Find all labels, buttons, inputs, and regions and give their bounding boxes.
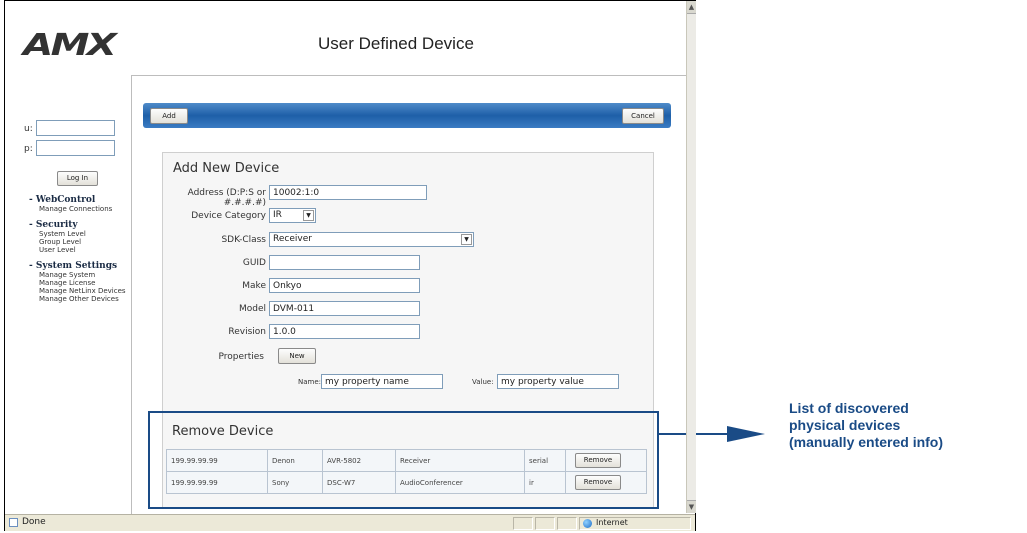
- vertical-scrollbar[interactable]: ▲ ▼: [686, 1, 696, 513]
- status-cell: [513, 517, 533, 530]
- zone-text: Internet: [596, 518, 628, 527]
- callout-line-1: List of discovered: [789, 400, 909, 416]
- nav-item-manage-netlinx-devices[interactable]: Manage NetLinx Devices: [29, 287, 129, 295]
- highlight-box: [148, 411, 659, 509]
- sdk-class-select[interactable]: Receiver ▼: [269, 232, 474, 247]
- user-label: u:: [24, 124, 33, 134]
- login-button[interactable]: Log In: [57, 171, 98, 186]
- revision-input[interactable]: [269, 324, 420, 339]
- sdk-class-value: Receiver: [273, 234, 312, 244]
- globe-icon: [583, 519, 592, 528]
- nav-item-manage-connections[interactable]: Manage Connections: [29, 205, 129, 213]
- zone-cell: Internet: [579, 517, 691, 530]
- toolbar-bar: [143, 103, 671, 128]
- nav-item-group-level[interactable]: Group Level: [29, 238, 129, 246]
- address-label: Address (D:P:S or #.#.#.#): [187, 188, 266, 208]
- revision-label: Revision: [228, 327, 266, 337]
- guid-input[interactable]: [269, 255, 420, 270]
- guid-label: GUID: [242, 258, 266, 268]
- property-value-label: Value:: [472, 378, 494, 386]
- status-bar: Done Internet: [5, 514, 695, 531]
- address-input[interactable]: [269, 185, 427, 200]
- add-device-heading: Add New Device: [173, 161, 280, 176]
- nav-item-manage-license[interactable]: Manage License: [29, 279, 129, 287]
- password-input[interactable]: [36, 140, 115, 156]
- callout-line-3: (manually entered info): [789, 434, 944, 450]
- status-cell: [557, 517, 577, 530]
- property-name-input[interactable]: [321, 374, 443, 389]
- properties-label: Properties: [218, 352, 264, 362]
- model-label: Model: [238, 304, 266, 314]
- chevron-down-icon: ▼: [461, 234, 472, 245]
- add-button[interactable]: Add: [150, 108, 188, 124]
- nav-item-manage-other-devices[interactable]: Manage Other Devices: [29, 295, 129, 303]
- chevron-down-icon: ▼: [303, 210, 314, 221]
- nav-heading-webcontrol: - WebControl: [29, 195, 96, 205]
- device-category-select[interactable]: IR ▼: [269, 208, 316, 223]
- scroll-down-icon[interactable]: ▼: [687, 500, 696, 513]
- cancel-button[interactable]: Cancel: [622, 108, 664, 124]
- page-icon: [9, 518, 18, 527]
- username-input[interactable]: [36, 120, 115, 136]
- make-input[interactable]: [269, 278, 420, 293]
- nav-item-system-level[interactable]: System Level: [29, 230, 129, 238]
- new-property-button[interactable]: New: [278, 348, 316, 364]
- device-category-label: Device Category: [191, 211, 266, 221]
- scroll-up-icon[interactable]: ▲: [687, 1, 696, 14]
- callout-line-2: physical devices: [789, 417, 901, 433]
- nav-item-user-level[interactable]: User Level: [29, 246, 129, 254]
- make-label: Make: [242, 281, 266, 291]
- sdk-class-label: SDK-Class: [221, 235, 266, 245]
- property-value-input[interactable]: [497, 374, 619, 389]
- sidebar-nav: - WebControl Manage Connections - Securi…: [29, 195, 129, 303]
- amx-logo: AMX: [23, 28, 117, 63]
- property-name-label: Name:: [298, 378, 322, 386]
- nav-item-manage-system[interactable]: Manage System: [29, 271, 129, 279]
- nav-heading-system-settings: - System Settings: [29, 261, 118, 271]
- callout-text: List of discovered physical devices (man…: [789, 400, 943, 451]
- status-cell: [535, 517, 555, 530]
- page-title: User Defined Device: [318, 34, 474, 53]
- device-category-value: IR: [273, 210, 282, 220]
- model-input[interactable]: [269, 301, 420, 316]
- nav-heading-security: - Security: [29, 220, 78, 230]
- callout-arrow-icon: [727, 426, 765, 442]
- password-label: p:: [24, 144, 33, 154]
- status-text: Done: [22, 517, 46, 527]
